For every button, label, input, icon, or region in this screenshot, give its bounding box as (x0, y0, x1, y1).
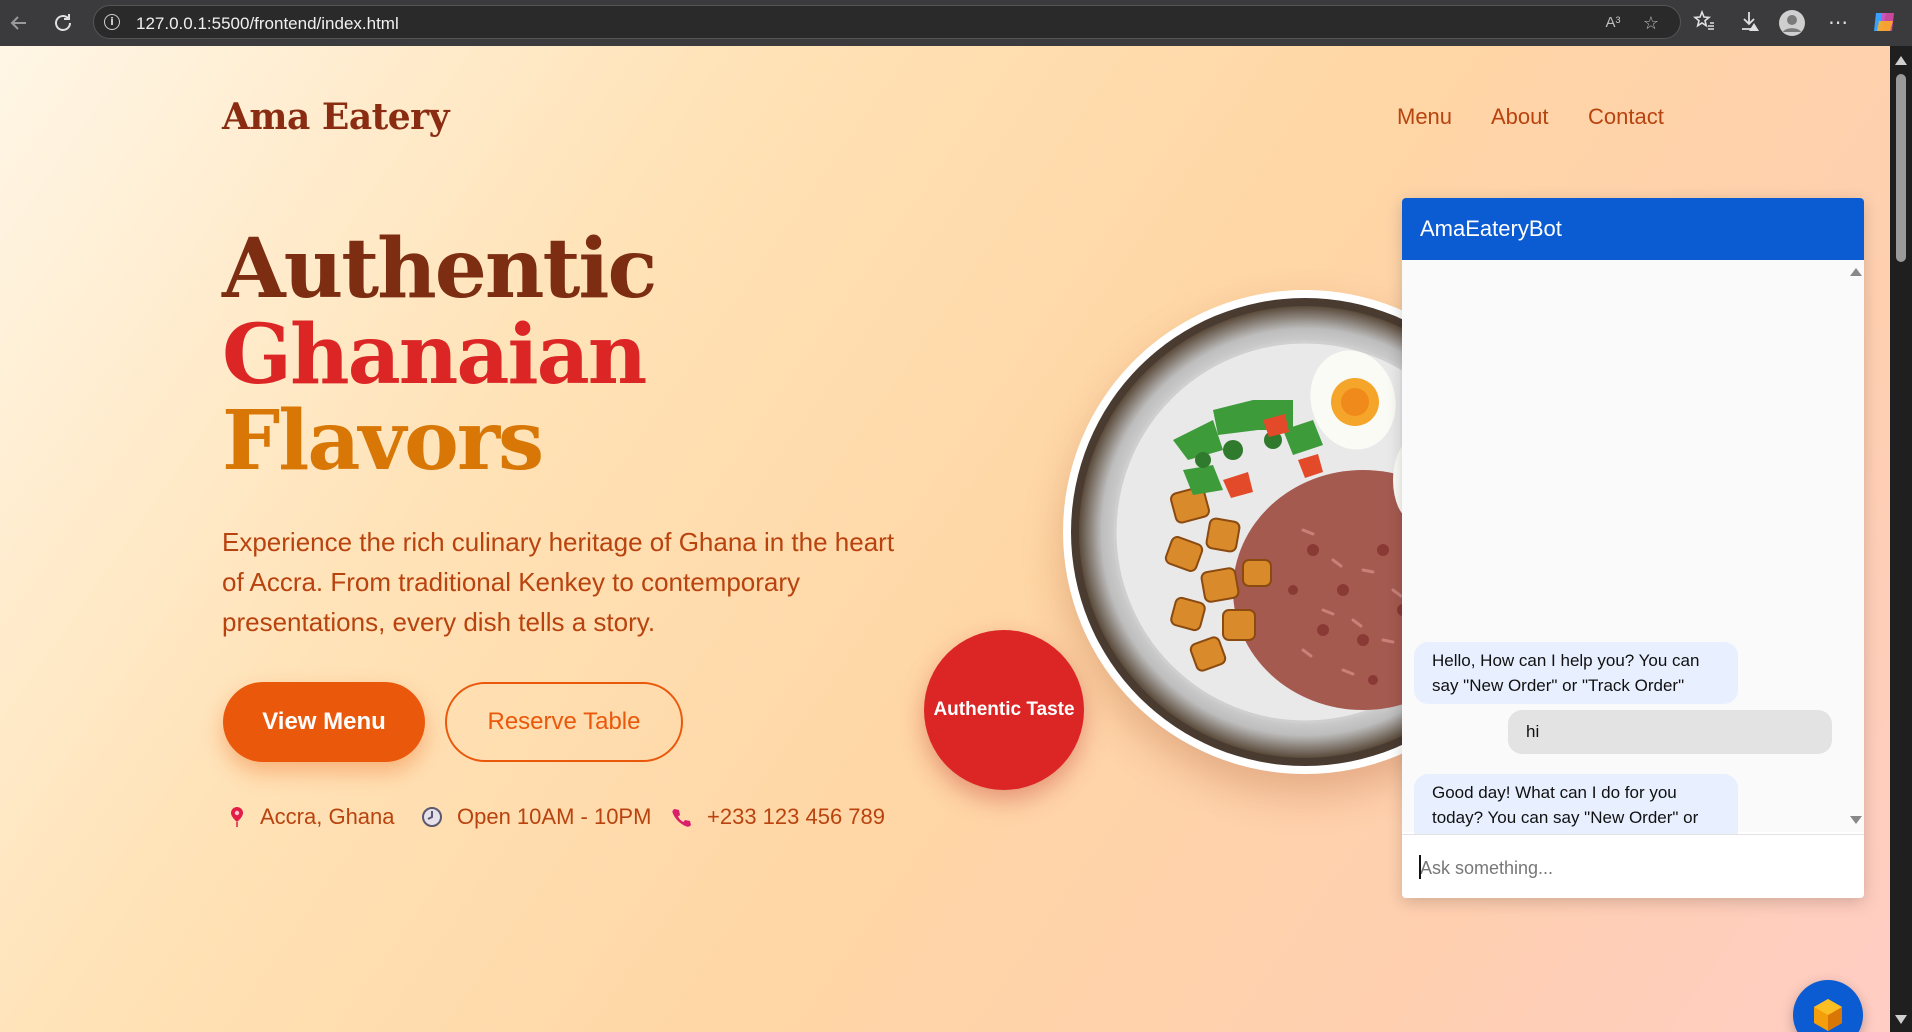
chatbot-title: AmaEateryBot (1402, 198, 1864, 260)
profile-avatar-icon[interactable] (1778, 9, 1806, 37)
hero-title: Authentic Ghanaian Flavors (222, 221, 657, 489)
chatbot-cube-icon (1814, 999, 1842, 1031)
bot-message: Hello, How can I help you? You can say "… (1414, 642, 1738, 704)
phone-icon (671, 806, 693, 828)
site-info-icon[interactable]: i (104, 14, 120, 30)
chatbot-toggle-button[interactable] (1793, 980, 1863, 1032)
hours-info: Open 10AM - 10PM (421, 804, 651, 830)
more-options-icon[interactable]: ⋯ (1824, 9, 1852, 37)
text-caret (1419, 855, 1421, 879)
location-text: Accra, Ghana (260, 804, 395, 829)
location-info: Accra, Ghana (228, 804, 395, 830)
favorites-icon[interactable] (1690, 9, 1718, 37)
phone-text: +233 123 456 789 (707, 804, 886, 829)
phone-info: +233 123 456 789 (671, 804, 885, 830)
scrollbar-thumb[interactable] (1896, 74, 1906, 262)
hours-text: Open 10AM - 10PM (457, 804, 652, 829)
nav-about[interactable]: About (1491, 104, 1549, 130)
hero-title-line2: Ghanaian (222, 307, 647, 403)
scroll-up-icon[interactable] (1850, 268, 1862, 276)
scroll-up-arrow-icon[interactable] (1895, 56, 1907, 65)
hero-title-line1: Authentic (222, 221, 657, 317)
chat-input[interactable] (1418, 851, 1842, 885)
page-scrollbar[interactable] (1890, 46, 1912, 1032)
url-text[interactable]: 127.0.0.1:5500/frontend/index.html (136, 14, 399, 34)
user-message: hi (1508, 710, 1832, 754)
back-icon[interactable] (4, 8, 34, 38)
hero-description: Experience the rich culinary heritage of… (222, 527, 895, 637)
read-aloud-icon[interactable]: A³ (1602, 12, 1624, 34)
page-viewport: Ama Eatery Menu About Contact Authentic … (0, 46, 1890, 1032)
nav-contact[interactable]: Contact (1588, 104, 1664, 130)
refresh-icon[interactable] (48, 8, 78, 38)
scroll-down-icon[interactable] (1850, 816, 1862, 824)
scroll-down-arrow-icon[interactable] (1895, 1015, 1907, 1024)
view-menu-button[interactable]: View Menu (223, 682, 425, 762)
downloads-icon[interactable] (1736, 9, 1764, 37)
chatbot-window: AmaEateryBot Hello, How can I help you? … (1402, 198, 1864, 898)
reserve-table-button[interactable]: Reserve Table (445, 682, 683, 762)
nav-menu[interactable]: Menu (1397, 104, 1452, 130)
site-logo[interactable]: Ama Eatery (222, 96, 450, 138)
hero-title-line3: Flavors (222, 393, 544, 489)
browser-toolbar: i 127.0.0.1:5500/frontend/index.html A³ … (0, 0, 1912, 46)
copilot-icon[interactable] (1870, 9, 1898, 37)
authentic-taste-badge: Authentic Taste (924, 630, 1084, 790)
chat-scrollbar[interactable] (1846, 260, 1864, 832)
clock-icon (421, 806, 443, 828)
location-pin-icon (228, 806, 246, 828)
chat-input-area (1402, 834, 1864, 898)
favorite-star-icon[interactable]: ☆ (1640, 12, 1662, 34)
address-bar[interactable]: i 127.0.0.1:5500/frontend/index.html A³ … (93, 5, 1681, 39)
